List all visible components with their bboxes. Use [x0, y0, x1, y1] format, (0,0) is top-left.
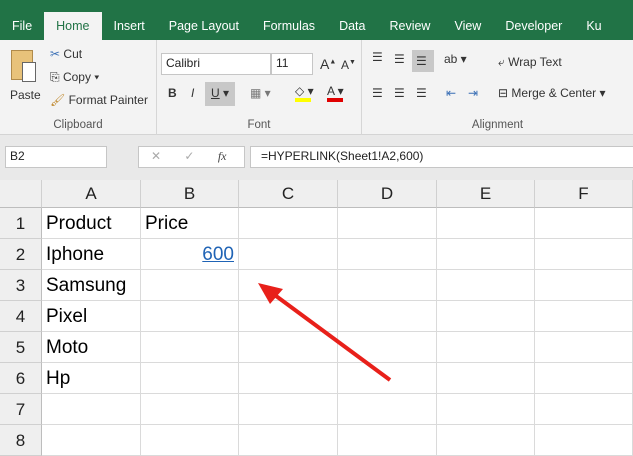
- red-arrow-annotation: [258, 283, 392, 382]
